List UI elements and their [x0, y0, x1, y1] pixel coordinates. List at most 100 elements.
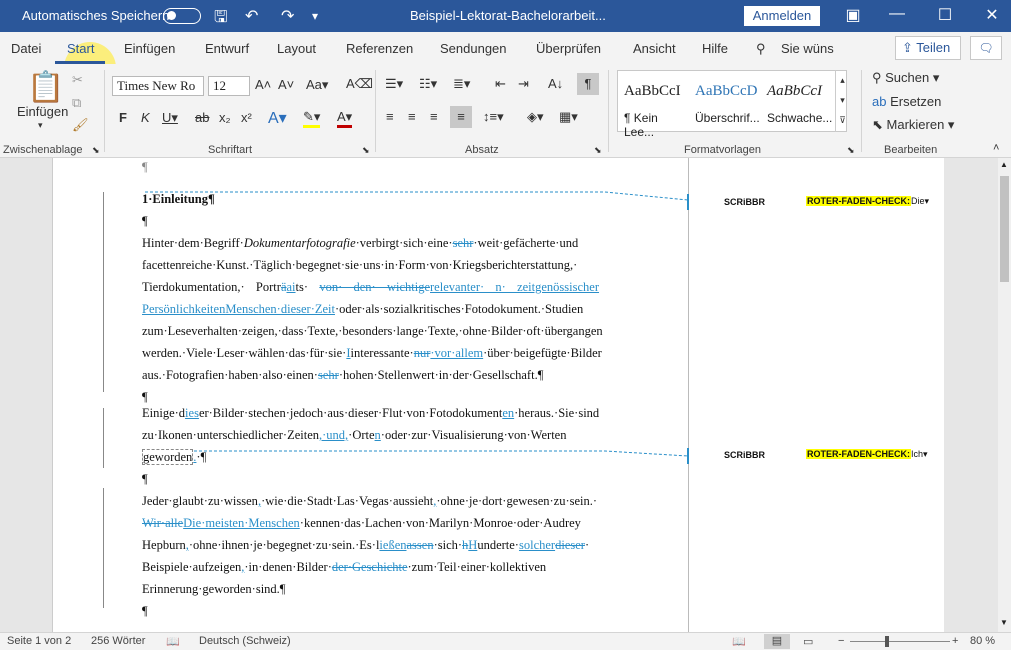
subscript-icon[interactable]: x₂ — [219, 110, 231, 125]
italic-icon[interactable]: K — [141, 110, 150, 125]
body-line[interactable]: geworden.·¶ — [142, 449, 599, 465]
zoom-slider-knob[interactable] — [885, 636, 889, 647]
grow-font-icon[interactable]: A˄ — [255, 77, 271, 92]
read-mode-icon[interactable]: 📖 — [732, 635, 746, 648]
justify-icon[interactable]: ≡ — [450, 106, 472, 128]
login-button[interactable]: Anmelden — [744, 6, 820, 26]
copy-icon[interactable]: ⧉ — [72, 95, 81, 111]
superscript-icon[interactable]: x² — [241, 110, 252, 125]
tab-file[interactable]: Datei — [11, 41, 41, 56]
align-left-icon[interactable]: ≡ — [386, 109, 394, 124]
strikethrough-icon[interactable]: ab — [195, 110, 209, 125]
font-name-dropdown[interactable]: Times New Ro — [112, 76, 204, 96]
decrease-indent-icon[interactable]: ⇤ — [495, 76, 506, 92]
format-painter-icon[interactable]: 🖌 — [72, 117, 89, 133]
zoom-slider[interactable] — [850, 641, 950, 642]
paragraph-launcher-icon[interactable]: ⬊ — [594, 145, 602, 156]
tab-references[interactable]: Referenzen — [346, 41, 413, 56]
collapse-ribbon-icon[interactable]: ˄ — [993, 142, 999, 154]
body-line[interactable]: Wir·alleDie·meisten·Menschen·kennen·das·… — [142, 516, 599, 531]
body-line[interactable]: Jeder·glaubt·zu·wissen,·wie·die·Stadt·La… — [142, 494, 599, 509]
find-button[interactable]: ⚲ Suchen ▾ — [872, 70, 939, 86]
tab-layout[interactable]: Layout — [277, 41, 316, 56]
cut-icon[interactable]: ✂ — [72, 72, 83, 88]
change-case-icon[interactable]: Aa▾ — [306, 77, 328, 93]
proofing-icon[interactable]: 📖 — [166, 635, 180, 648]
styles-scroll-icon[interactable]: ▴ ▾ ⊽ — [835, 70, 849, 132]
zoom-out-icon[interactable]: − — [838, 635, 844, 647]
page-count[interactable]: Seite 1 von 2 — [7, 635, 71, 647]
minimize-icon[interactable]: — — [882, 5, 912, 23]
borders-icon[interactable]: ▦▾ — [559, 109, 578, 125]
zoom-level[interactable]: 80 % — [970, 635, 995, 647]
vertical-scrollbar[interactable]: ▲ ▼ — [998, 158, 1011, 632]
comment-balloon[interactable]: ROTER-FADEN-CHECK:Ich▾ — [806, 449, 928, 460]
tab-mailings[interactable]: Sendungen — [440, 41, 507, 56]
align-center-icon[interactable]: ≡ — [408, 109, 416, 124]
body-line[interactable]: Tierdokumentation,· Porträaits· von· den… — [142, 280, 599, 295]
print-layout-icon[interactable]: ▤ — [764, 634, 790, 649]
body-line[interactable]: zu·Ikonen·unterschiedlicher·Zeiten,·und,… — [142, 428, 599, 443]
web-layout-icon[interactable]: ▭ — [803, 635, 813, 648]
underline-icon[interactable]: U▾ — [162, 110, 178, 126]
body-line[interactable]: Einige·dieser·Bilder·stechen·jedoch·aus·… — [142, 406, 599, 421]
sort-icon[interactable]: A↓ — [548, 76, 563, 91]
scroll-thumb[interactable] — [1000, 176, 1009, 282]
scroll-up-icon[interactable]: ▲ — [1000, 160, 1008, 169]
font-size-dropdown[interactable]: 12 — [208, 76, 250, 96]
tab-start[interactable]: Start — [67, 41, 94, 56]
style-heading[interactable]: AaBbCcD Überschrif... — [689, 71, 761, 131]
search-icon[interactable]: ⚲ — [756, 41, 766, 57]
body-line[interactable]: Hinter·dem·Begriff·Dokumentarfotografie·… — [142, 236, 599, 251]
paste-label[interactable]: Einfügen — [17, 104, 68, 119]
align-right-icon[interactable]: ≡ — [430, 109, 438, 124]
tab-view[interactable]: Ansicht — [633, 41, 676, 56]
save-icon[interactable]: 🖫 — [214, 6, 228, 33]
word-count[interactable]: 256 Wörter — [91, 635, 145, 647]
body-line[interactable]: PersönlichkeitenMenschen·dieser·Zeit·ode… — [142, 302, 599, 317]
highlight-color-icon[interactable]: ✎▾ — [303, 109, 321, 128]
style-subtle[interactable]: AaBbCcI Schwache... — [761, 71, 833, 131]
shrink-font-icon[interactable]: A˅ — [278, 77, 294, 92]
ribbon-display-icon[interactable]: ▣ — [838, 5, 868, 25]
numbering-icon[interactable]: ☷▾ — [419, 76, 437, 92]
show-marks-icon[interactable]: ¶ — [577, 73, 599, 95]
tab-design[interactable]: Entwurf — [205, 41, 249, 56]
language-label[interactable]: Deutsch (Schweiz) — [199, 635, 291, 647]
font-color-icon[interactable]: A▾ — [337, 109, 353, 128]
multilevel-list-icon[interactable]: ≣▾ — [453, 76, 470, 92]
tab-insert[interactable]: Einfügen — [124, 41, 175, 56]
bold-icon[interactable]: F — [119, 110, 127, 125]
customize-qa-icon[interactable]: ▾ — [312, 9, 318, 23]
body-line[interactable]: werden.·Viele·Leser·wählen·das·für·sie·I… — [142, 346, 602, 361]
maximize-icon[interactable]: ☐ — [930, 5, 960, 25]
replace-button[interactable]: ab Ersetzen — [872, 94, 941, 109]
zoom-in-icon[interactable]: + — [952, 635, 958, 647]
redo-icon[interactable]: ↷ — [281, 6, 294, 26]
select-button[interactable]: ⬉ Markieren ▾ — [872, 117, 954, 133]
bullets-icon[interactable]: ☰▾ — [385, 76, 403, 92]
body-line[interactable]: Erinnerung·geworden·sind.¶ — [142, 582, 599, 597]
heading-line[interactable]: 1·Einleitung¶ — [142, 192, 599, 207]
body-line[interactable]: Beispiele·aufzeigen,·in·denen·Bilder·der… — [142, 560, 599, 575]
font-launcher-icon[interactable]: ⬊ — [362, 145, 370, 156]
clipboard-launcher-icon[interactable]: ⬊ — [92, 145, 100, 156]
undo-icon[interactable]: ↶ — [245, 6, 258, 26]
autosave-toggle[interactable] — [163, 8, 201, 24]
close-icon[interactable]: ✕ — [977, 5, 1007, 25]
shading-icon[interactable]: ◈▾ — [527, 109, 544, 125]
body-line[interactable]: zum·Leseverhalten·zeigen,·dass·Texte,·be… — [142, 324, 603, 339]
scroll-down-icon[interactable]: ▼ — [1000, 618, 1008, 627]
line-spacing-icon[interactable]: ↕≡▾ — [483, 109, 504, 125]
body-line[interactable]: Hepburn,·ohne·ihnen·je·begegnet·zu·sein.… — [142, 538, 599, 553]
tab-help[interactable]: Hilfe — [702, 41, 728, 56]
comments-button[interactable]: 🗨 — [970, 36, 1002, 60]
increase-indent-icon[interactable]: ⇥ — [518, 76, 529, 92]
share-button[interactable]: ⇪ Teilen — [895, 36, 961, 60]
tab-review[interactable]: Überprüfen — [536, 41, 601, 56]
paste-dropdown-icon[interactable]: ▾ — [38, 120, 43, 131]
styles-launcher-icon[interactable]: ⬊ — [847, 145, 855, 156]
tell-me-input[interactable]: Sie wüns — [781, 41, 834, 56]
comment-balloon[interactable]: ROTER-FADEN-CHECK:Die▾ — [806, 196, 929, 207]
body-line[interactable]: facettenreiche·Kunst.·Täglich·begegnet·s… — [142, 258, 599, 273]
